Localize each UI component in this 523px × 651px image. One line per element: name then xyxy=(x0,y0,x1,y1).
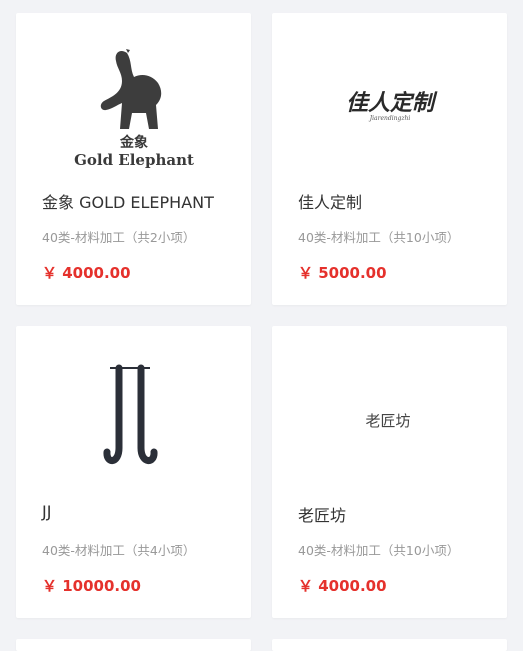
product-category: 40类-材料加工（共10小项） xyxy=(298,230,460,245)
product-category: 40类-材料加工（共4小项） xyxy=(42,543,196,558)
product-name[interactable]: 金象 GOLD ELEPHANT xyxy=(42,189,242,213)
product-card[interactable]: 老匠坊 老匠坊 40类-材料加工（共10小项） ￥ 4000.00 xyxy=(272,326,507,618)
svg-text:佳人定制: 佳人定制 xyxy=(346,90,438,116)
product-card[interactable]: JJ 40类-材料加工（共4小项） ￥ 10000.00 xyxy=(16,326,251,618)
laojiangfang-logo: 老匠坊 xyxy=(365,412,410,430)
jiaren-logo: 佳人定制 Jiarendingzhi xyxy=(346,90,438,122)
elephant-logo-icon: 金象 Gold Elephant xyxy=(74,49,194,169)
jj-monogram-icon xyxy=(103,364,158,464)
product-price: ￥ 10000.00 xyxy=(42,577,141,595)
product-name[interactable]: 老匠坊 xyxy=(298,502,498,526)
product-price: ￥ 5000.00 xyxy=(298,264,387,282)
product-card-partial[interactable] xyxy=(16,639,251,651)
svg-text:老匠坊: 老匠坊 xyxy=(365,412,410,430)
svg-text:Gold Elephant: Gold Elephant xyxy=(74,151,194,169)
product-name[interactable]: 佳人定制 xyxy=(298,189,498,213)
product-name[interactable]: JJ xyxy=(42,502,242,521)
product-card[interactable]: 金象 Gold Elephant 金象 GOLD ELEPHANT 40类-材料… xyxy=(16,13,251,305)
product-category: 40类-材料加工（共10小项） xyxy=(298,543,460,558)
product-card[interactable]: 佳人定制 Jiarendingzhi 佳人定制 40类-材料加工（共10小项） … xyxy=(272,13,507,305)
product-price: ￥ 4000.00 xyxy=(42,264,131,282)
product-category: 40类-材料加工（共2小项） xyxy=(42,230,196,245)
product-price: ￥ 4000.00 xyxy=(298,577,387,595)
svg-text:Jiarendingzhi: Jiarendingzhi xyxy=(368,115,411,122)
svg-text:金象: 金象 xyxy=(119,134,148,151)
product-card-partial[interactable] xyxy=(272,639,507,651)
